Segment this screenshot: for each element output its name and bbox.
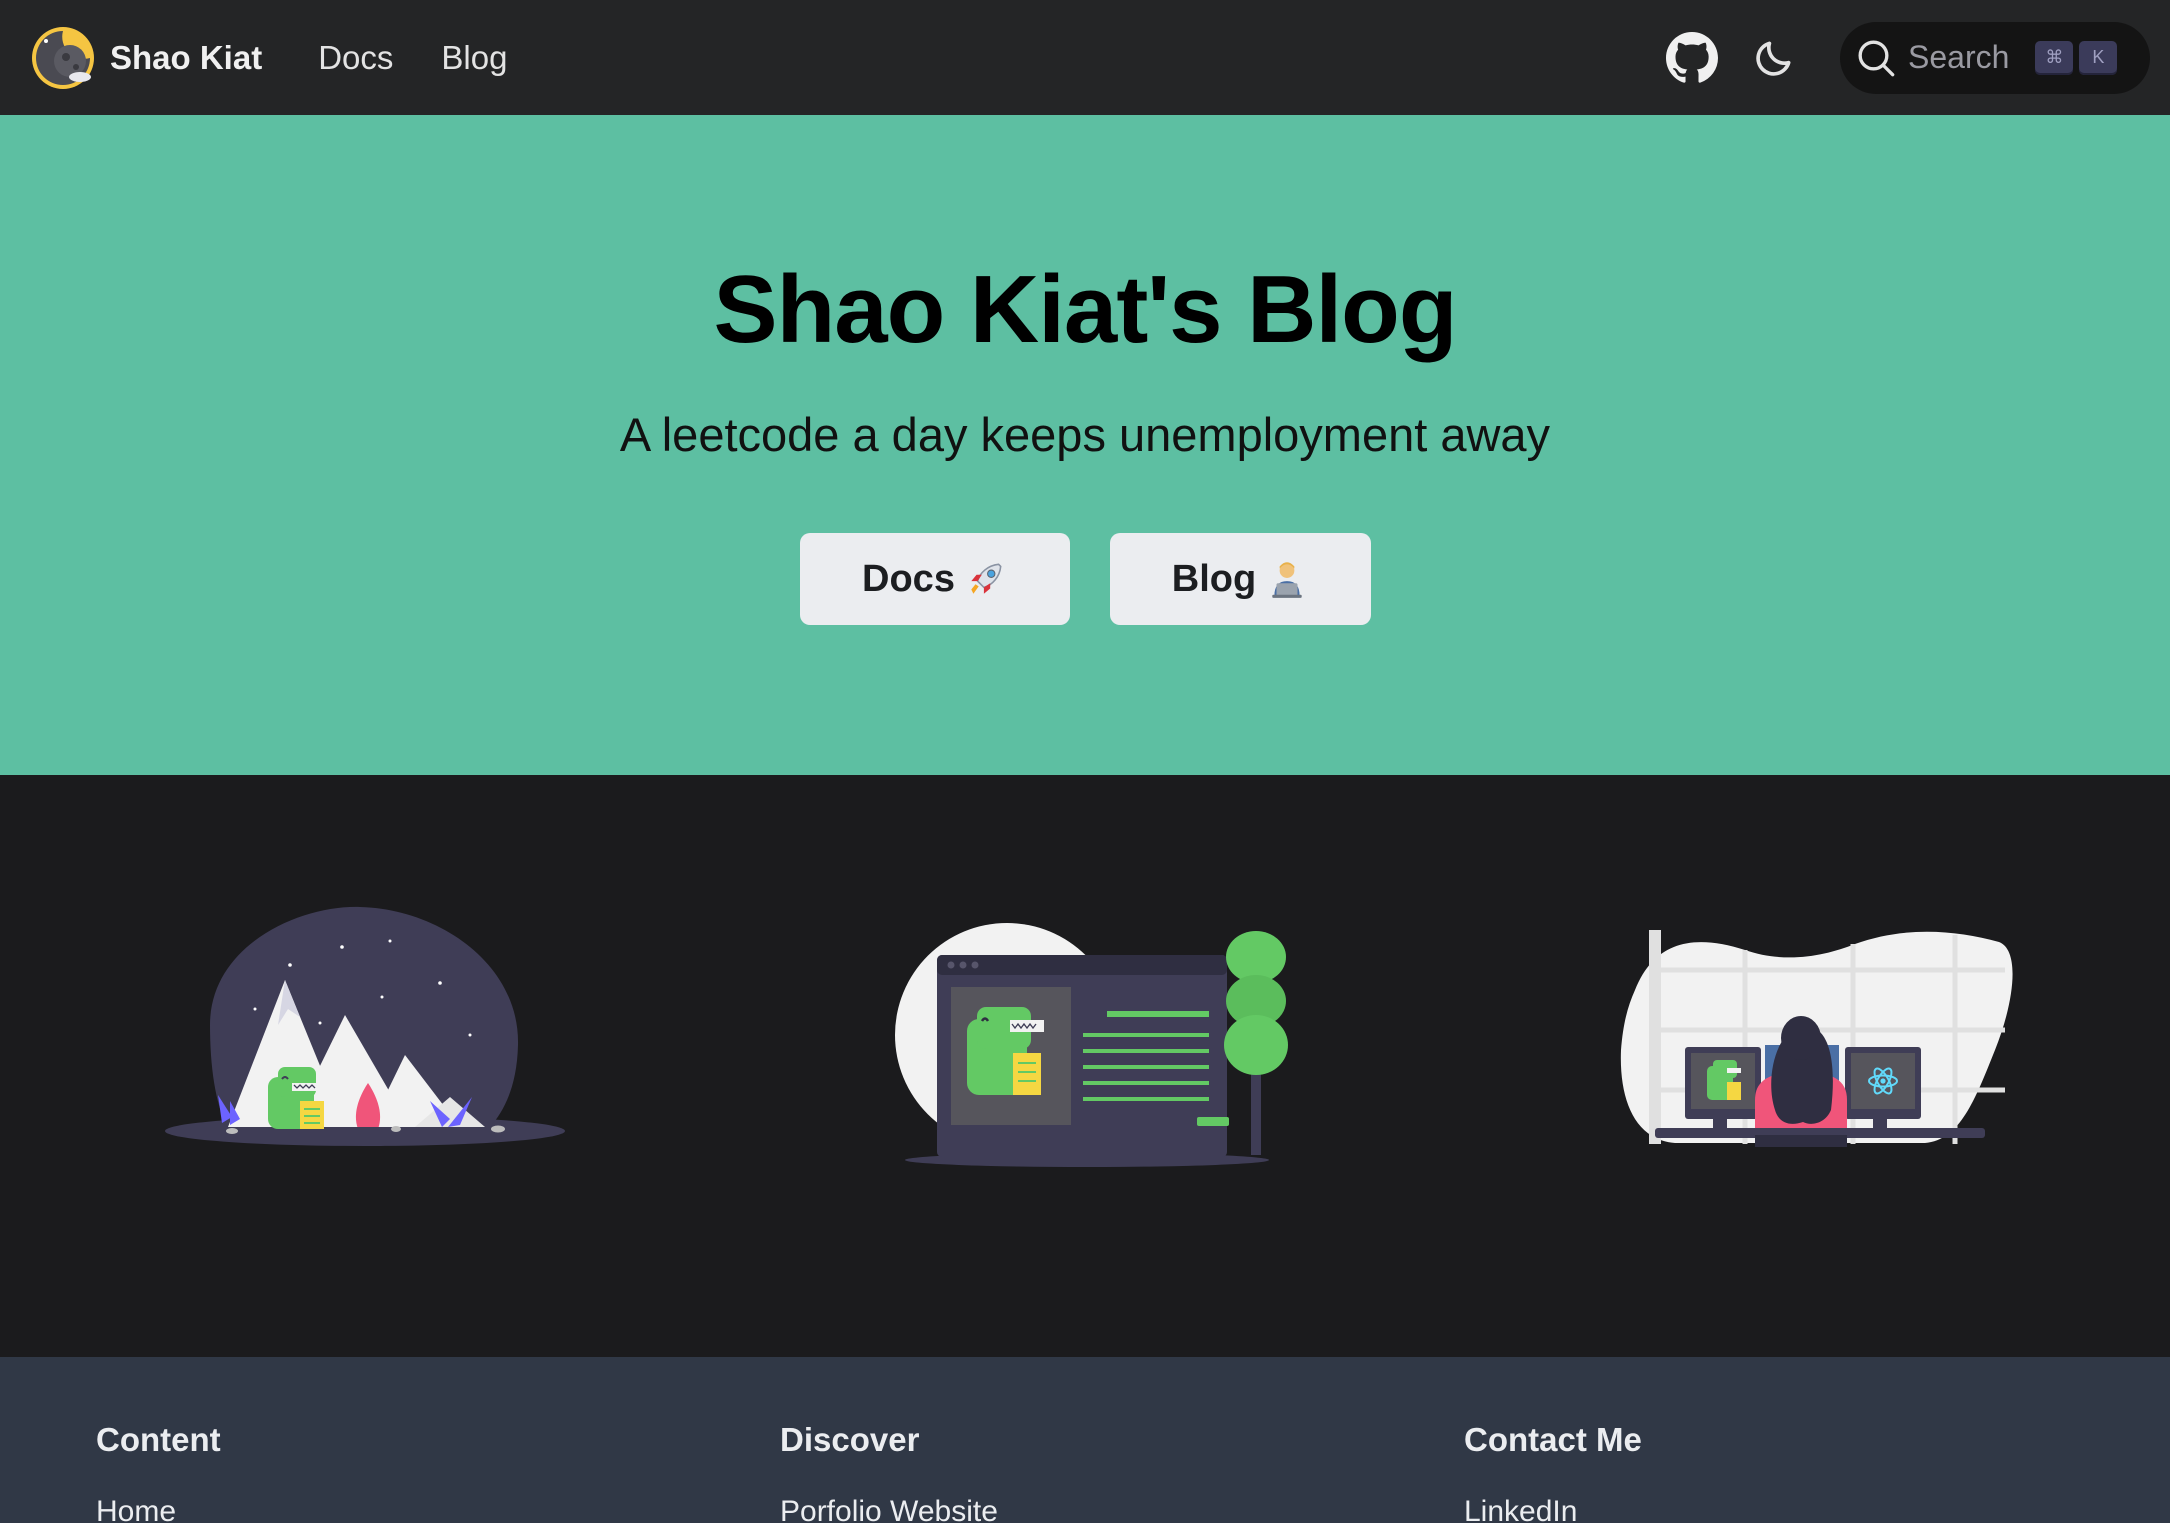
docs-button[interactable]: Docs [799, 533, 1070, 625]
github-icon [1666, 31, 1718, 83]
navbar: Shao Kiat Docs Blog Search ⌘ K [0, 0, 2170, 115]
rocket-icon [971, 563, 1002, 594]
theme-toggle[interactable] [1744, 28, 1804, 88]
footer-link-home[interactable]: Home [96, 1495, 221, 1523]
desk-react-illustration [1620, 930, 2013, 1147]
brand-title: Shao Kiat [110, 38, 263, 76]
footer-column-contact: Contact Me LinkedIn [1464, 1421, 1642, 1523]
search-icon [1858, 40, 1895, 76]
search-button[interactable]: Search ⌘ K [1840, 21, 2150, 94]
footer-link-portfolio[interactable]: Porfolio Website [780, 1495, 998, 1523]
browser-dino-illustration [895, 923, 1288, 1167]
hero-title: Shao Kiat's Blog [713, 256, 1458, 363]
footer-title-contact: Contact Me [1464, 1421, 1642, 1458]
hero-subtitle: A leetcode a day keeps unemployment away [619, 408, 1551, 461]
nav-link-docs[interactable]: Docs [318, 39, 393, 77]
blog-button-label: Blog [1171, 557, 1257, 600]
footer-column-discover: Discover Porfolio Website [780, 1421, 998, 1523]
footer-title-discover: Discover [780, 1421, 920, 1458]
features-section [0, 775, 2170, 1357]
footer-column-content: Content Home [96, 1421, 221, 1523]
technologist-icon [1272, 562, 1302, 598]
navbar-right: Search ⌘ K [1662, 21, 2150, 94]
logo-icon [32, 26, 94, 89]
footer: Content Home Discover Porfolio Website C… [0, 1357, 2170, 1523]
blog-button[interactable]: Blog [1109, 533, 1371, 625]
hero-buttons: Docs Blog [0, 533, 2170, 625]
github-link[interactable] [1662, 28, 1722, 88]
search-placeholder: Search [1908, 39, 2010, 75]
footer-title-content: Content [96, 1421, 221, 1458]
brand-link[interactable]: Shao Kiat [30, 25, 262, 91]
docs-button-label: Docs [862, 557, 955, 600]
command-key: ⌘ [2035, 40, 2074, 75]
hero-banner: Shao Kiat's Blog A leetcode a day keeps … [0, 115, 2170, 775]
footer-link-linkedin[interactable]: LinkedIn [1464, 1495, 1642, 1523]
mountain-dino-illustration [165, 906, 565, 1146]
moon-icon [1756, 41, 1791, 76]
k-key: K [2079, 40, 2118, 75]
nav-link-blog[interactable]: Blog [441, 39, 507, 77]
